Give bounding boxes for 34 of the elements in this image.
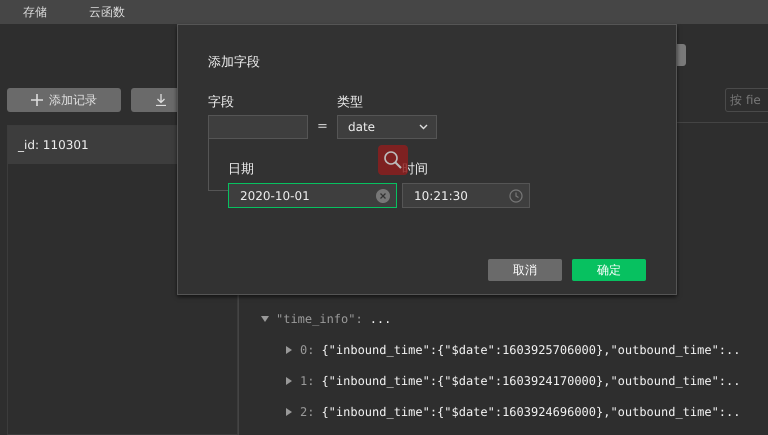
panel-handle[interactable]: [677, 44, 686, 66]
type-select[interactable]: date: [337, 115, 437, 139]
json-value: {"inbound_time":{"$date":1603925706000},"outbound_time":..: [321, 342, 740, 356]
time-picker[interactable]: 10:21:30: [402, 183, 530, 208]
cancel-button[interactable]: 取消: [488, 259, 562, 281]
date-label: 日期: [228, 161, 255, 178]
json-value: {"inbound_time":{"$date":1603924170000},"outbound_time":..: [321, 374, 740, 388]
download-icon: [155, 94, 168, 106]
add-record-button[interactable]: 添加记录: [7, 88, 122, 112]
expand-toggle-icon[interactable]: [285, 408, 293, 416]
field-name-input[interactable]: [208, 115, 308, 139]
collapse-toggle-icon[interactable]: [261, 314, 269, 322]
search-field[interactable]: 按 fie: [725, 88, 768, 112]
clear-icon[interactable]: [376, 188, 390, 202]
array-index: 2:: [300, 404, 314, 418]
expand-toggle-icon[interactable]: [285, 346, 293, 354]
type-label: 类型: [337, 94, 364, 111]
json-value: ...: [370, 312, 392, 326]
search-icon: [383, 150, 403, 170]
json-value: {"inbound_time":{"$date":1603924696000},"outbound_time":..: [321, 404, 740, 418]
clock-icon: [509, 188, 523, 202]
array-index: 1:: [300, 374, 314, 388]
equals-sign: =: [316, 118, 329, 136]
menu-tab[interactable]: 云函数: [89, 4, 125, 20]
plus-icon: [31, 94, 44, 106]
dialog-title: 添加字段: [208, 54, 261, 71]
chevron-down-icon: [419, 124, 428, 130]
expand-toggle-icon[interactable]: [285, 376, 293, 384]
array-index: 0:: [300, 342, 314, 356]
field-label: 字段: [208, 94, 235, 111]
date-picker[interactable]: 2020-10-01: [228, 183, 397, 208]
json-key: "time_info":: [276, 312, 363, 326]
time-label: 时间: [402, 161, 429, 178]
menu-tab[interactable]: 存储: [23, 4, 47, 20]
